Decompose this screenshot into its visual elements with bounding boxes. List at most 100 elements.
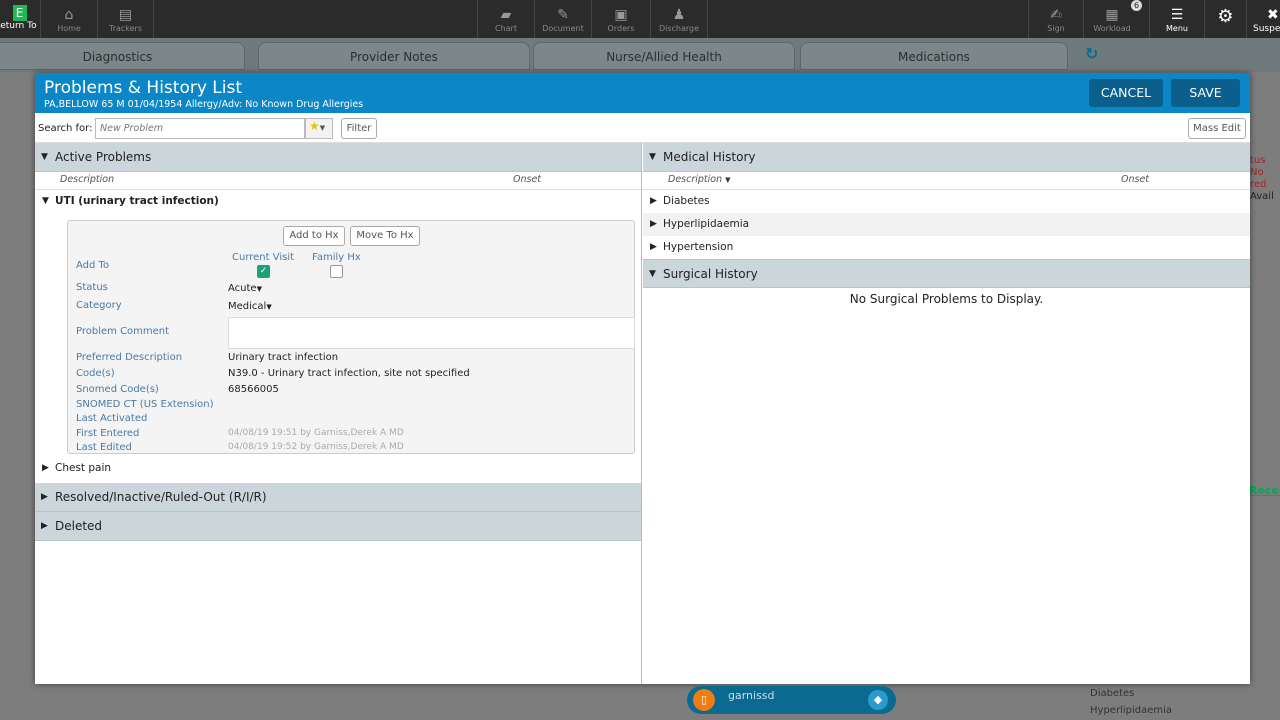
medical-history-row[interactable]: ▶ Hypertension xyxy=(643,236,1250,259)
problem-comment-input[interactable] xyxy=(228,317,635,349)
gear-icon: ⚙ xyxy=(1217,6,1234,27)
description-sort-header[interactable]: Description ▼ xyxy=(668,174,731,185)
snomed-us-label: SNOMED CT (US Extension) xyxy=(76,399,214,410)
sign-icon: ✍ xyxy=(1050,7,1062,23)
column-headers: Description ▼ Onset xyxy=(643,172,1250,190)
first-entered-label: First Entered xyxy=(76,428,140,439)
home-icon: ⌂ xyxy=(64,7,74,23)
family-hx-label: Family Hx xyxy=(312,252,361,263)
favorites-dropdown[interactable]: ★▼ xyxy=(305,118,333,139)
pencil-icon: ✎ xyxy=(557,7,569,23)
problem-row-uti[interactable]: ▼ UTI (urinary tract infection) xyxy=(35,190,641,213)
patient-banner: PA,BELLOW 65 M 01/04/1954 Allergy/Adv: N… xyxy=(44,99,364,110)
deleted-section-header[interactable]: ▶ Deleted xyxy=(35,512,641,541)
problem-comment-label: Problem Comment xyxy=(76,326,170,337)
column-headers: Description Onset xyxy=(35,172,641,190)
status-label: Status xyxy=(76,282,108,293)
search-input[interactable]: New Problem xyxy=(95,118,305,139)
tab-nurse-allied-health[interactable]: Nurse/Allied Health xyxy=(533,42,795,70)
return-to-button[interactable]: EReturn To xyxy=(0,0,39,38)
codes-label: Code(s) xyxy=(76,368,115,379)
add-to-hx-button[interactable]: Add to Hx xyxy=(283,226,345,246)
menu-icon: ☰ xyxy=(1170,7,1184,23)
chart-button[interactable]: ▰ Chart xyxy=(477,0,534,38)
dragon-icon[interactable]: ◆ xyxy=(868,690,888,710)
last-edited-label: Last Edited xyxy=(76,442,132,453)
tab-provider-notes[interactable]: Provider Notes xyxy=(258,42,530,70)
close-circle-icon: ✖ xyxy=(1267,7,1279,23)
tab-medications[interactable]: Medications xyxy=(800,42,1068,70)
mobile-icon: ▯ xyxy=(693,689,715,711)
first-entered-value: 04/08/19 19:51 by Garniss,Derek A MD xyxy=(228,428,404,438)
chevron-down-icon: ▼ xyxy=(649,152,656,162)
medical-history-row[interactable]: ▶ Diabetes xyxy=(643,190,1250,213)
chevron-down-icon: ▼ xyxy=(41,152,48,162)
medical-history-header[interactable]: ▼ Medical History xyxy=(643,143,1250,172)
settings-button[interactable]: ⚙ xyxy=(1204,0,1246,38)
search-bar: Search for: New Problem ★▼ Filter Mass E… xyxy=(35,113,1250,143)
status-dropdown[interactable]: Acute▼ xyxy=(228,283,262,294)
suspend-button[interactable]: ✖Suspend xyxy=(1246,0,1280,38)
resolved-section-header[interactable]: ▶ Resolved/Inactive/Ruled-Out (R/I/R) xyxy=(35,483,641,512)
preferred-description-label: Preferred Description xyxy=(76,352,183,363)
background-status: tus No red Avail xyxy=(1250,155,1274,202)
history-panel: ▼ Medical History Description ▼ Onset ▶ Dia… xyxy=(643,143,1250,684)
document-button[interactable]: ✎ Document xyxy=(534,0,591,38)
problems-panel: ▼ Active Problems Description Onset ▼ UTI (… xyxy=(35,143,642,684)
caret-down-icon: ▼ xyxy=(266,303,272,311)
calendar-icon: ▦ xyxy=(1105,7,1119,23)
filter-button[interactable]: Filter xyxy=(341,118,377,139)
surgical-empty-message: No Surgical Problems to Display. xyxy=(849,292,1044,306)
snomed-value: 68566005 xyxy=(228,384,279,395)
surgical-history-header[interactable]: ▼ Surgical History xyxy=(643,259,1250,288)
dialog-title: Problems & History List xyxy=(44,78,243,98)
active-problems-header[interactable]: ▼ Active Problems xyxy=(35,143,641,172)
problem-detail-panel: Add to Hx Move To Hx Add To Current Visi… xyxy=(67,220,635,454)
dictation-widget[interactable]: ▯ garnissd ◆ xyxy=(687,686,896,714)
refresh-icon[interactable]: ↻ xyxy=(1085,44,1098,63)
last-edited-value: 04/08/19 19:52 by Garniss,Derek A MD xyxy=(228,442,404,452)
tab-diagnostics[interactable]: Diagnostics xyxy=(0,42,245,70)
caret-down-icon: ▼ xyxy=(256,285,262,293)
cancel-button[interactable]: CANCEL xyxy=(1089,79,1163,107)
menu-button[interactable]: ☰ Menu xyxy=(1149,0,1204,38)
preferred-description-value: Urinary tract infection xyxy=(228,352,339,363)
home-button[interactable]: ⌂ Home xyxy=(40,0,97,38)
discharge-button[interactable]: ♟ Discharge xyxy=(650,0,708,38)
chevron-down-icon: ▼ xyxy=(649,269,656,279)
sign-button[interactable]: ✍ Sign xyxy=(1028,0,1083,38)
medical-history-row[interactable]: ▶ Hyperlipidaemia xyxy=(643,213,1250,236)
chevron-right-icon: ▶ xyxy=(41,521,48,531)
chevron-right-icon: ▶ xyxy=(41,492,48,502)
search-label: Search for: xyxy=(38,123,93,134)
problems-history-dialog: Problems & History List PA,BELLOW 65 M 0… xyxy=(35,73,1250,684)
folder-icon: ▰ xyxy=(500,7,512,23)
chevron-down-icon: ▼ xyxy=(42,196,49,206)
move-to-hx-button[interactable]: Move To Hx xyxy=(350,226,420,246)
app-logo-icon: E xyxy=(12,5,27,21)
add-to-label: Add To xyxy=(76,260,110,271)
background-recent-link: Recen xyxy=(1249,484,1280,497)
trackers-button[interactable]: ▤ Trackers xyxy=(97,0,154,38)
category-dropdown[interactable]: Medical▼ xyxy=(228,301,272,312)
family-hx-checkbox[interactable] xyxy=(330,265,343,278)
tab-bar: Diagnostics Provider Notes Nurse/Allied … xyxy=(0,38,1280,72)
background-list: Diabetes Hyperlipidaemia xyxy=(1090,688,1173,716)
discharge-icon: ♟ xyxy=(672,7,686,23)
codes-value: N39.0 - Urinary tract infection, site no… xyxy=(228,368,470,379)
chevron-right-icon: ▶ xyxy=(650,219,657,229)
save-button[interactable]: SAVE xyxy=(1171,79,1240,107)
chevron-right-icon: ▶ xyxy=(42,463,49,473)
star-icon: ★ xyxy=(309,119,320,133)
current-visit-label: Current Visit xyxy=(232,252,295,263)
orders-icon: ▣ xyxy=(614,7,628,23)
mass-edit-button[interactable]: Mass Edit xyxy=(1188,118,1246,139)
orders-button[interactable]: ▣ Orders xyxy=(591,0,650,38)
top-toolbar: EReturn To ⌂Home ▤Trackers ▰Chart ✎Docum… xyxy=(0,0,1280,38)
problem-row-chest-pain[interactable]: ▶ Chest pain xyxy=(35,457,641,480)
sort-down-icon: ▼ xyxy=(725,176,731,184)
chevron-right-icon: ▶ xyxy=(650,196,657,206)
trackers-icon: ▤ xyxy=(118,7,133,23)
workload-button[interactable]: ▦ Workload 6 xyxy=(1083,0,1142,38)
current-visit-checkbox[interactable]: ✓ xyxy=(257,265,270,278)
